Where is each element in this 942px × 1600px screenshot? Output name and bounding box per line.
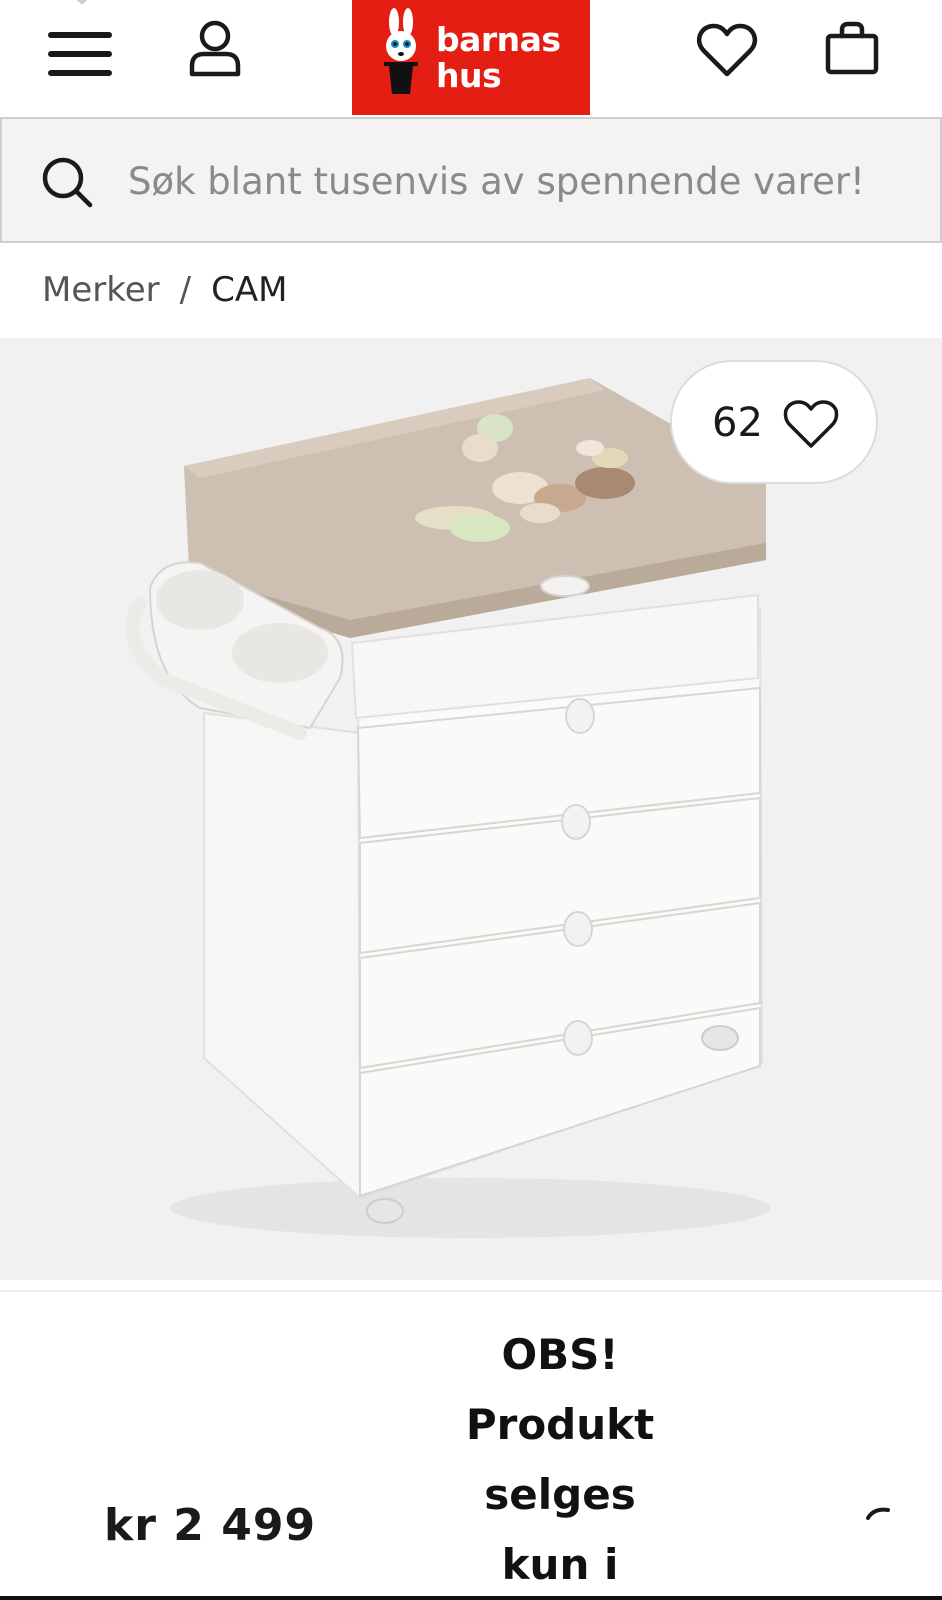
search-input[interactable] [128, 149, 918, 213]
breadcrumb: Merker / CAM [42, 270, 287, 310]
breadcrumb-separator: / [179, 270, 192, 310]
logo-line-2: hus [436, 56, 502, 95]
site-logo[interactable]: barnas hus [352, 0, 590, 115]
notice-line: OBS! [501, 1330, 619, 1379]
heart-icon[interactable] [696, 22, 758, 78]
favorite-count: 62 [712, 400, 763, 446]
notice-line: selges [484, 1470, 636, 1519]
search-icon [42, 157, 93, 208]
loading-spinner-icon [866, 1507, 890, 1520]
bunny-logo-icon [384, 8, 418, 94]
breadcrumb-item-cam[interactable]: CAM [211, 270, 287, 310]
notice-line: kun i [501, 1540, 619, 1589]
search-bar[interactable] [0, 117, 942, 243]
favorite-button[interactable]: 62 [670, 360, 878, 484]
menu-icon[interactable] [46, 28, 114, 80]
logo-line-1: barnas [436, 20, 561, 59]
logo-wordmark: barnas hus [436, 22, 561, 94]
stock-notice: OBS! Produkt selges kun i [420, 1320, 700, 1600]
notice-line: Produkt [465, 1400, 655, 1449]
bag-icon[interactable] [824, 20, 880, 76]
breadcrumb-item-merker[interactable]: Merker [42, 270, 160, 310]
heart-outline-icon [783, 400, 839, 448]
product-price: kr 2 499 [104, 1500, 317, 1551]
user-icon[interactable] [188, 20, 242, 78]
bottom-edge [0, 1596, 942, 1600]
section-divider [0, 1290, 942, 1292]
close-icon[interactable] [62, 0, 104, 10]
site-header: barnas hus [0, 0, 942, 115]
